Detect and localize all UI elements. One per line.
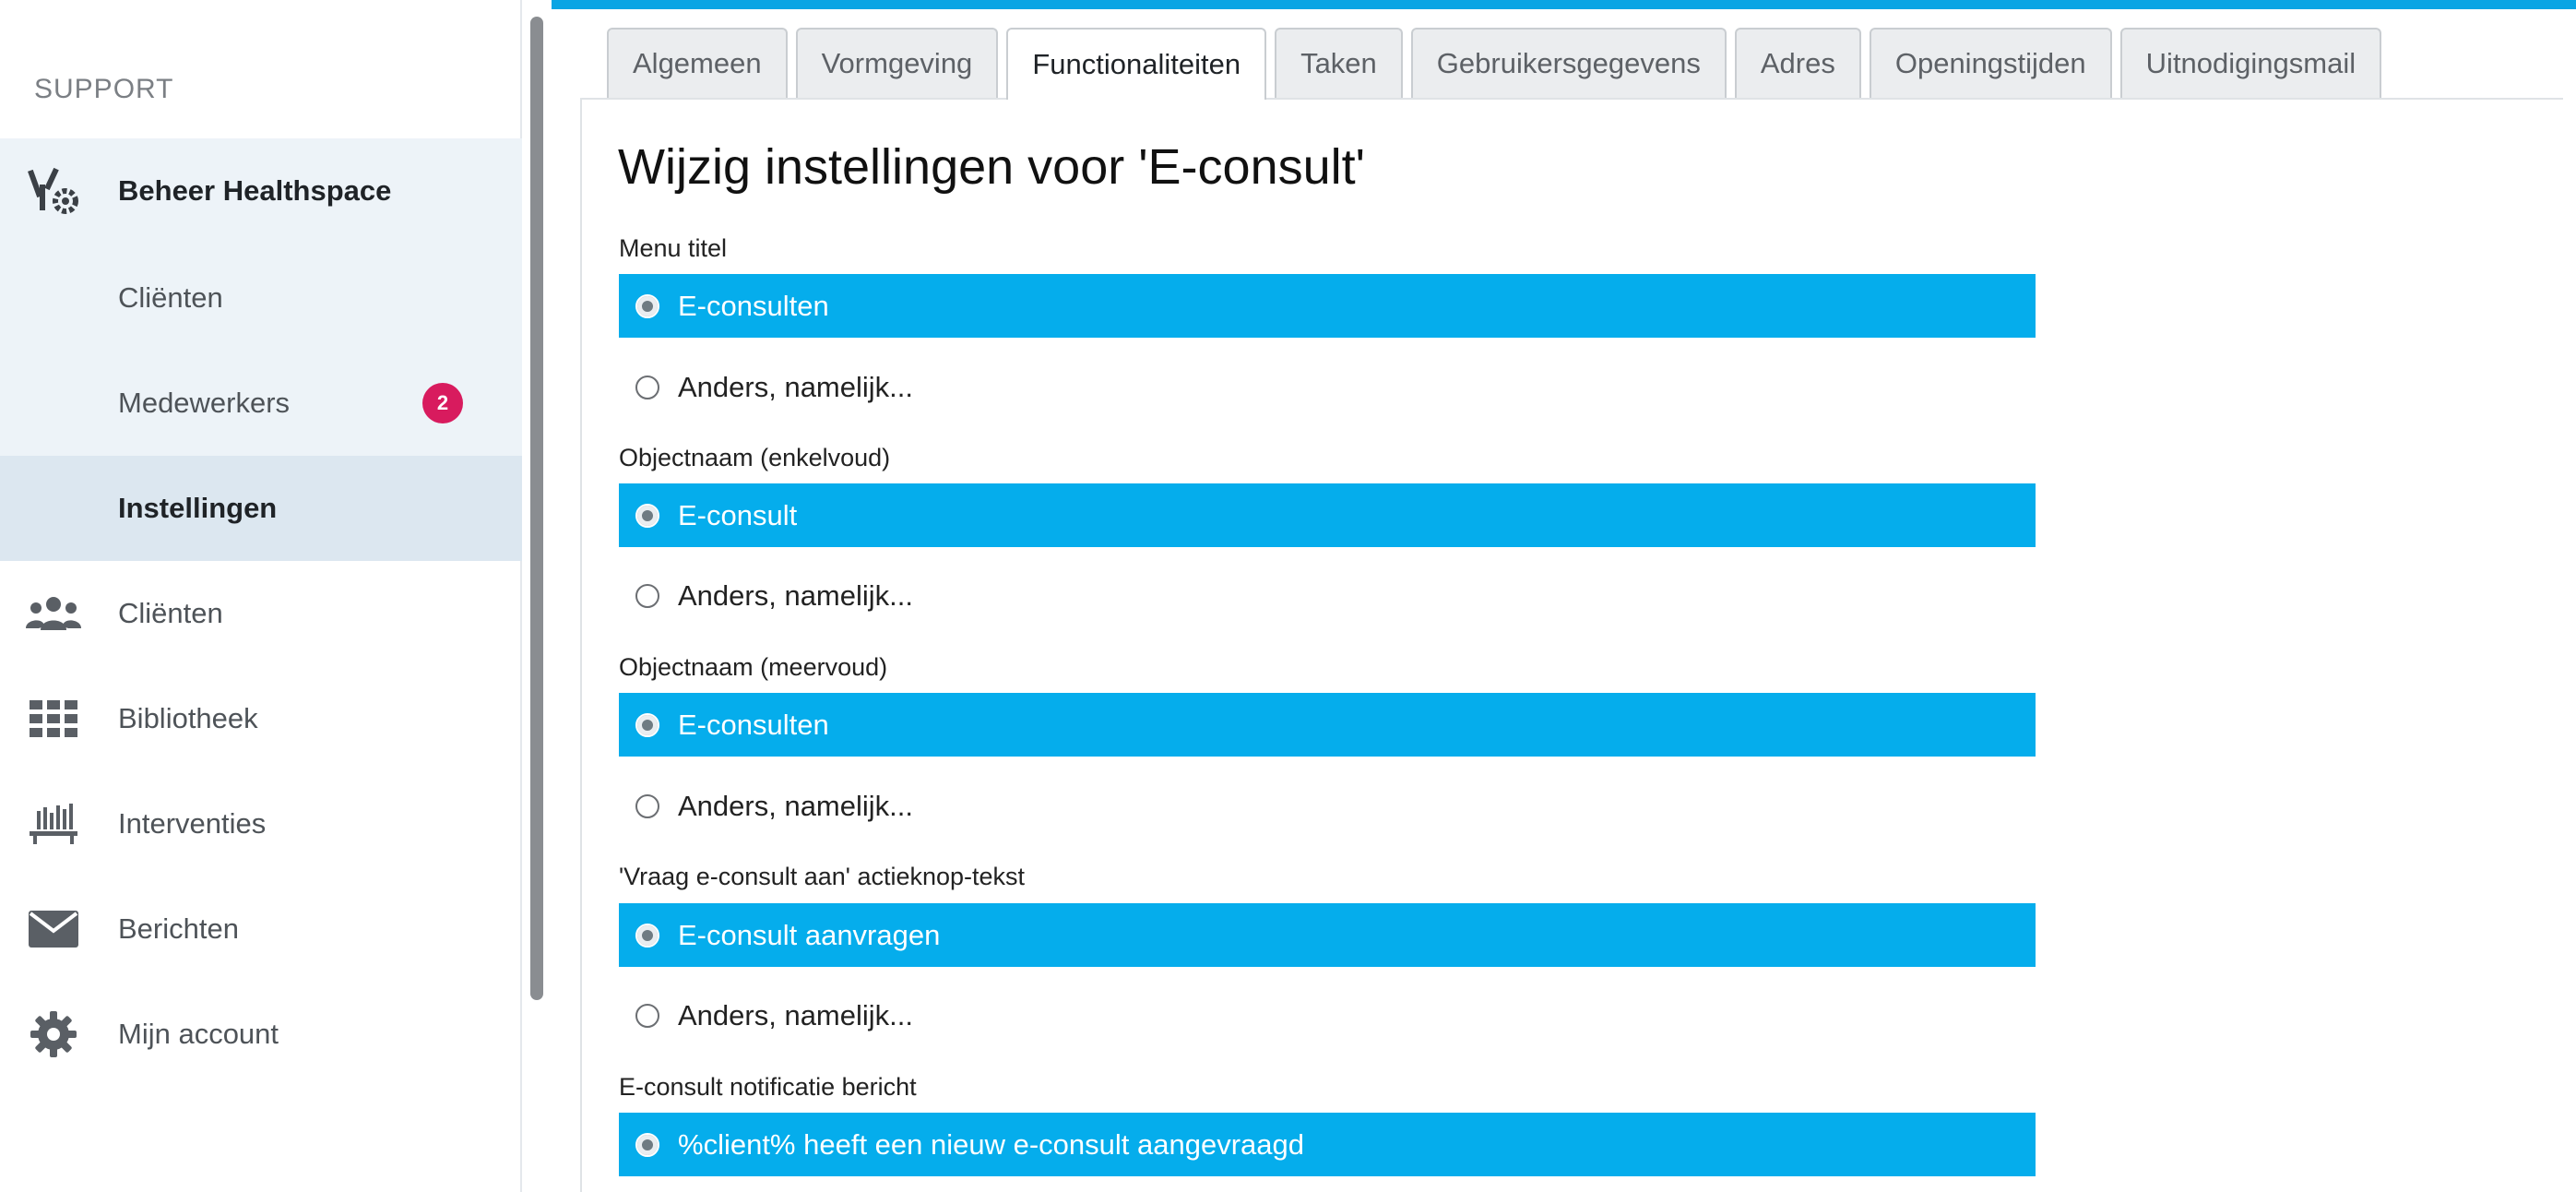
field-label-menu-titel: Menu titel — [619, 234, 728, 262]
option-label: E-consulten — [678, 708, 829, 741]
radio-button[interactable] — [635, 375, 659, 399]
tab-gebruikersgegevens[interactable]: Gebruikersgegevens — [1410, 28, 1727, 98]
radio-button-selected[interactable] — [635, 1132, 659, 1157]
sidebar-item-label: Medewerkers — [118, 387, 291, 419]
option-menu-titel-anders[interactable]: Anders, namelijk... — [619, 355, 2036, 419]
sidebar-item-medewerkers[interactable]: Medewerkers 2 — [0, 351, 522, 456]
sidebar-item-clienten-sub[interactable]: Cliënten — [0, 245, 522, 351]
tab-algemeen[interactable]: Algemeen — [607, 28, 788, 98]
sidebar-item-label: Cliënten — [118, 281, 223, 314]
option-label: Anders, namelijk... — [678, 789, 913, 822]
grid-icon — [26, 691, 81, 746]
option-objectnaam-enkelvoud-anders[interactable]: Anders, namelijk... — [619, 564, 2036, 627]
radio-button-selected[interactable] — [635, 923, 659, 948]
sidebar-item-beheer-healthspace[interactable]: Beheer Healthspace — [0, 138, 522, 244]
option-actieknop-tekst-anders[interactable]: Anders, namelijk... — [619, 983, 2036, 1047]
option-label: E-consulten — [678, 289, 829, 322]
gear-icon — [26, 1007, 81, 1062]
sidebar: SUPPORT Beheer Healthspace Cliënten Mede… — [0, 0, 522, 1192]
option-objectnaam-enkelvoud-default[interactable]: E-consult — [619, 483, 2036, 547]
sidebar-header: SUPPORT — [34, 74, 174, 104]
option-label: E-consult — [678, 498, 798, 531]
sidebar-item-berichten[interactable]: Berichten — [0, 876, 522, 982]
option-label: %client% heeft een nieuw e-consult aange… — [678, 1127, 1305, 1161]
radio-button[interactable] — [635, 583, 659, 608]
sidebar-item-interventies[interactable]: Interventies — [0, 771, 522, 876]
field-label-actieknop-tekst: 'Vraag e-consult aan' actieknop-tekst — [619, 863, 1026, 890]
radio-button-selected[interactable] — [635, 712, 659, 737]
tab-openingstijden[interactable]: Openingstijden — [1869, 28, 2112, 98]
radio-button-selected[interactable] — [635, 293, 659, 318]
bookshelf-icon — [26, 796, 81, 852]
sidebar-item-label: Bibliotheek — [118, 702, 258, 734]
users-icon — [26, 586, 81, 641]
radio-button[interactable] — [635, 793, 659, 818]
radio-button-selected[interactable] — [635, 503, 659, 528]
option-notificatie-bericht-default[interactable]: %client% heeft een nieuw e-consult aange… — [619, 1113, 2036, 1176]
sidebar-item-label: Mijn account — [118, 1018, 279, 1050]
option-objectnaam-meervoud-anders[interactable]: Anders, namelijk... — [619, 774, 2036, 838]
option-label: Anders, namelijk... — [678, 578, 913, 612]
sidebar-item-label: Instellingen — [118, 492, 278, 524]
top-accent-bar — [552, 0, 2576, 9]
sidebar-item-label: Beheer Healthspace — [118, 174, 392, 207]
tab-adres[interactable]: Adres — [1734, 28, 1861, 98]
notification-badge: 2 — [422, 383, 463, 423]
field-label-objectnaam-meervoud: Objectnaam (meervoud) — [619, 653, 888, 681]
field-label-objectnaam-enkelvoud: Objectnaam (enkelvoud) — [619, 444, 891, 471]
healthspace-settings-icon — [26, 163, 81, 219]
sidebar-item-label: Cliënten — [118, 597, 223, 629]
option-menu-titel-default[interactable]: E-consulten — [619, 274, 2036, 338]
settings-tabs: Algemeen Vormgeving Functionaliteiten Ta… — [607, 28, 2382, 100]
tab-vormgeving[interactable]: Vormgeving — [795, 28, 999, 98]
option-actieknop-tekst-default[interactable]: E-consult aanvragen — [619, 903, 2036, 967]
sidebar-item-clienten[interactable]: Cliënten — [0, 561, 522, 666]
sidebar-item-mijn-account[interactable]: Mijn account — [0, 982, 522, 1087]
page-title: Wijzig instellingen voor 'E-consult' — [618, 139, 1365, 195]
sidebar-item-instellingen[interactable]: Instellingen — [0, 456, 522, 561]
sidebar-item-label: Berichten — [118, 912, 239, 945]
option-objectnaam-meervoud-default[interactable]: E-consulten — [619, 693, 2036, 757]
radio-button[interactable] — [635, 1003, 659, 1028]
sidebar-item-bibliotheek[interactable]: Bibliotheek — [0, 666, 522, 771]
tab-functionaliteiten[interactable]: Functionaliteiten — [1006, 28, 1267, 100]
tab-uitnodigingsmail[interactable]: Uitnodigingsmail — [2119, 28, 2382, 98]
envelope-icon — [26, 901, 81, 957]
option-label: Anders, namelijk... — [678, 370, 913, 403]
option-label: E-consult aanvragen — [678, 918, 941, 951]
sidebar-item-label: Interventies — [118, 807, 267, 840]
field-label-notificatie-bericht: E-consult notificatie bericht — [619, 1073, 917, 1101]
option-label: Anders, namelijk... — [678, 998, 913, 1031]
tab-taken[interactable]: Taken — [1275, 28, 1403, 98]
sidebar-scrollbar-thumb[interactable] — [530, 17, 543, 1000]
